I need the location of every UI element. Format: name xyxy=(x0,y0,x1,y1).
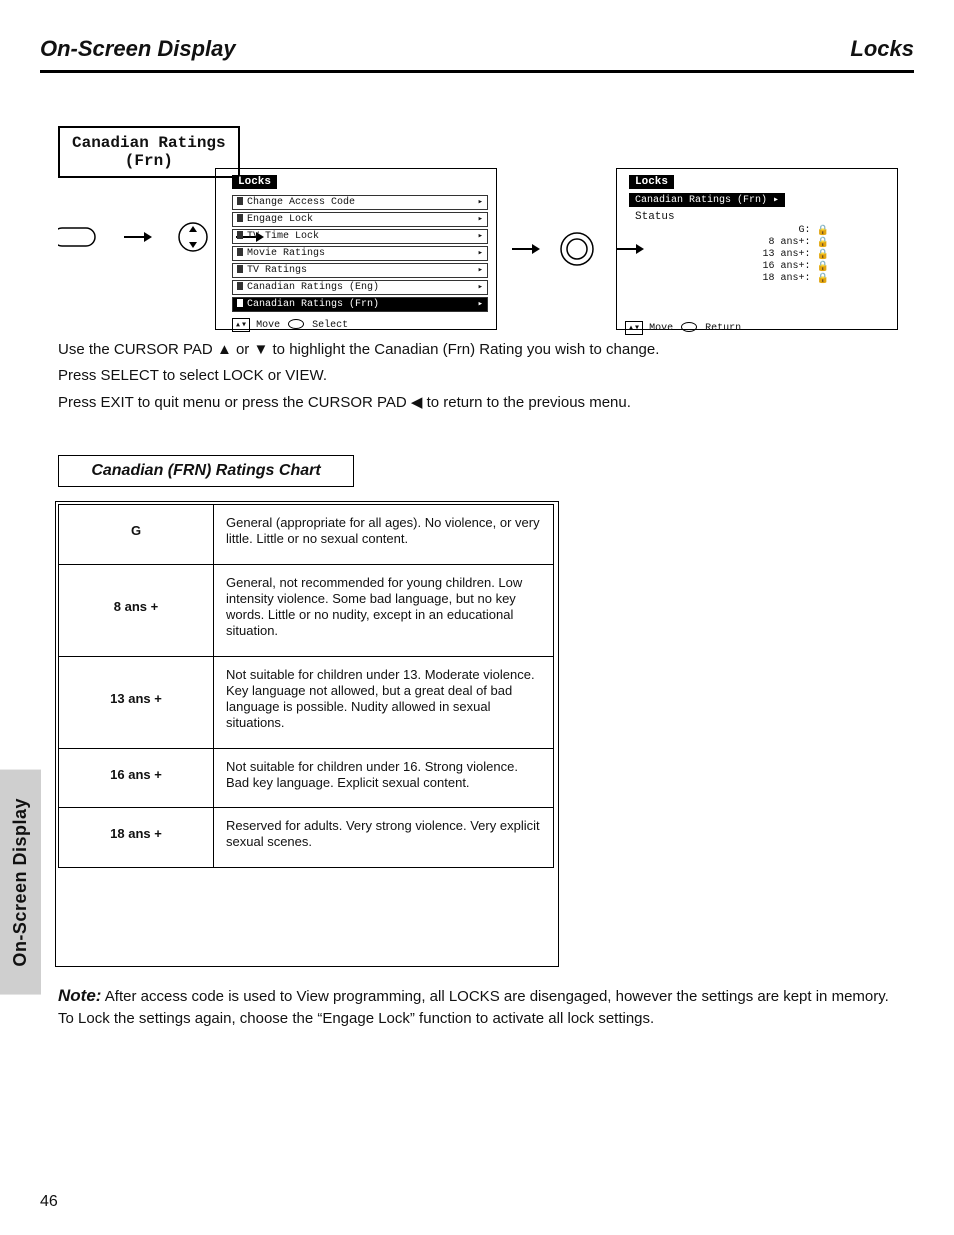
instr-line3-post: to return to the previous menu. xyxy=(427,394,631,411)
section-badge: Canadian Ratings (Frn) xyxy=(58,126,240,178)
instr-line2: Press SELECT to select LOCK or VIEW. xyxy=(58,366,914,386)
note-head: Note: xyxy=(58,986,101,1005)
side-tab: On-Screen Display xyxy=(0,770,41,995)
arrow-right-icon xyxy=(122,229,152,245)
lock-icon: 🔒 xyxy=(817,249,829,261)
header-left: On-Screen Display xyxy=(40,36,236,62)
instr-line1-post: to highlight the Canadian (Frn) Rating y… xyxy=(273,341,660,358)
osd-menu-item[interactable]: TV Time Lock▸ xyxy=(232,229,488,244)
header-right: Locks xyxy=(850,36,914,62)
osd-screen-locks-menu: Locks Change Access Code▸ Engage Lock▸ T… xyxy=(215,168,497,330)
osd-menu-item[interactable]: Canadian Ratings (Eng)▸ xyxy=(232,280,488,295)
instr-line1-pre: Use the CURSOR PAD xyxy=(58,341,217,358)
cursor-down-icon: ▼ xyxy=(253,340,268,360)
osd-hint: ▴▾ Move Return xyxy=(625,321,741,335)
lock-icon: 🔒 xyxy=(817,273,829,285)
note-body: After access code is used to View progra… xyxy=(58,988,889,1027)
select-button-icon xyxy=(558,230,596,268)
cursor-left-icon: ◀ xyxy=(411,393,423,413)
page-header: On-Screen Display Locks xyxy=(40,36,914,62)
osd-menu-item[interactable]: TV Ratings▸ xyxy=(232,263,488,278)
rating-desc: General, not recommended for young child… xyxy=(214,564,554,656)
ratings-table: G General (appropriate for all ages). No… xyxy=(58,504,554,868)
header-rule xyxy=(40,70,914,73)
instr-line3-pre: Press EXIT to quit menu or press the CUR… xyxy=(58,394,411,411)
status-label: Status xyxy=(635,211,889,223)
lock-icon: 🔒 xyxy=(817,237,829,249)
rating-code: 8 ans + xyxy=(59,564,214,656)
osd-menu-item[interactable]: Engage Lock▸ xyxy=(232,212,488,227)
instructions: Use the CURSOR PAD ▲ or ▼ to highlight t… xyxy=(58,340,914,419)
status-row: G:🔒 xyxy=(629,225,889,237)
rating-code: G xyxy=(59,505,214,565)
page-number: 46 xyxy=(40,1193,58,1211)
osd-subtitle: Canadian Ratings (Frn) ▸ xyxy=(629,193,785,207)
rating-desc: General (appropriate for all ages). No v… xyxy=(214,505,554,565)
status-row: 13 ans+:🔒 xyxy=(629,249,889,261)
table-row: 13 ans + Not suitable for children under… xyxy=(59,656,554,748)
rating-desc: Not suitable for children under 16. Stro… xyxy=(214,748,554,808)
cursor-pad-icon xyxy=(176,220,210,254)
lock-icon: 🔒 xyxy=(817,225,829,237)
rating-code: 16 ans + xyxy=(59,748,214,808)
osd-title: Locks xyxy=(629,175,674,189)
rating-code: 13 ans + xyxy=(59,656,214,748)
table-row: 8 ans + General, not recommended for you… xyxy=(59,564,554,656)
rating-desc: Not suitable for children under 13. Mode… xyxy=(214,656,554,748)
note: Note: After access code is used to View … xyxy=(58,984,894,1029)
table-row: 18 ans + Reserved for adults. Very stron… xyxy=(59,808,554,868)
osd-screen-canadian-frn: Locks Canadian Ratings (Frn) ▸ Status G:… xyxy=(616,168,898,330)
menu-button-icon xyxy=(58,224,98,250)
rating-desc: Reserved for adults. Very strong violenc… xyxy=(214,808,554,868)
osd-title: Locks xyxy=(232,175,277,189)
table-row: 16 ans + Not suitable for children under… xyxy=(59,748,554,808)
arrow-right-icon xyxy=(510,241,540,257)
status-row: 16 ans+:🔒 xyxy=(629,261,889,273)
chart-title: Canadian (FRN) Ratings Chart xyxy=(58,455,354,487)
lock-icon: 🔒 xyxy=(817,261,829,273)
table-row: G General (appropriate for all ages). No… xyxy=(59,505,554,565)
osd-menu-item[interactable]: Change Access Code▸ xyxy=(232,195,488,210)
status-row: 18 ans+:🔒 xyxy=(629,273,889,285)
osd-menu-item[interactable]: Movie Ratings▸ xyxy=(232,246,488,261)
osd-hint: ▴▾ Move Select xyxy=(232,318,488,332)
cursor-up-icon: ▲ xyxy=(217,340,232,360)
osd-menu-list: Change Access Code▸ Engage Lock▸ TV Time… xyxy=(232,195,488,312)
status-row: 8 ans+:🔒 xyxy=(629,237,889,249)
osd-menu-item-selected[interactable]: Canadian Ratings (Frn)▸ xyxy=(232,297,488,312)
rating-code: 18 ans + xyxy=(59,808,214,868)
